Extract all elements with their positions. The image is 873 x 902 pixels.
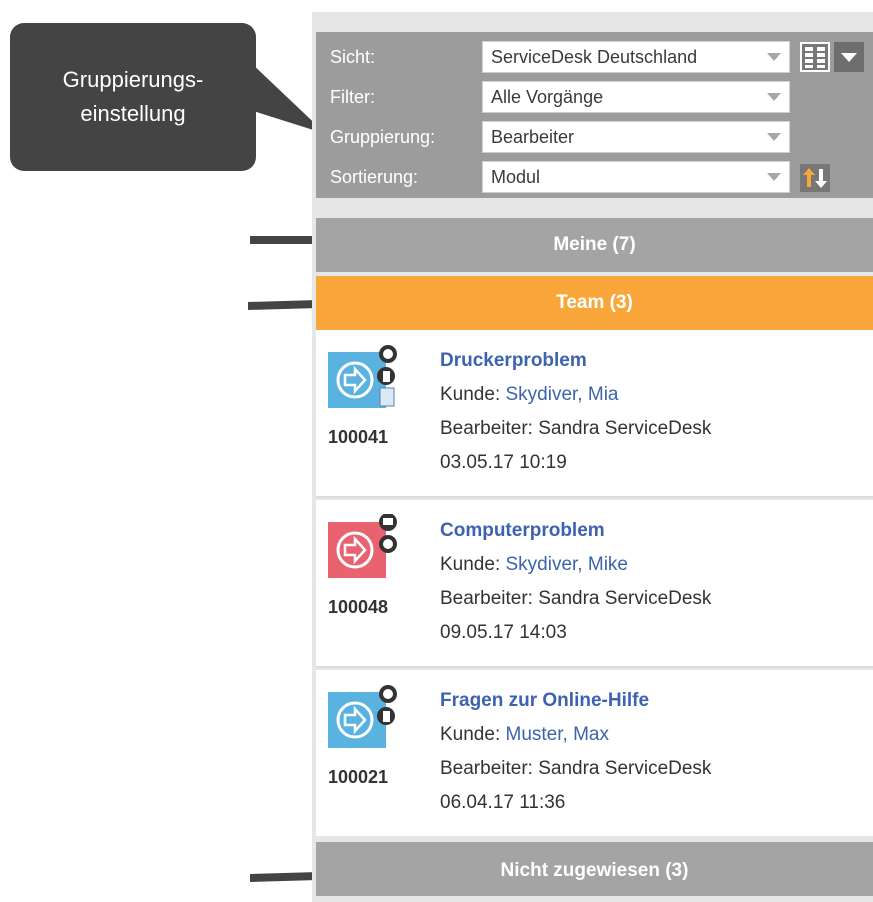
ticket-date: 03.05.17 10:19 bbox=[440, 452, 567, 473]
dropdown-triangle-icon bbox=[841, 53, 857, 62]
ticket-item[interactable]: 100048 Computerproblem Kunde: Skydiver, … bbox=[316, 500, 873, 666]
divider bbox=[316, 666, 873, 668]
ticket-number: 100041 bbox=[328, 427, 389, 447]
bearbeiter-value: Sandra ServiceDesk bbox=[538, 588, 712, 609]
gruppierung-label: Gruppierung: bbox=[330, 127, 436, 147]
ticket-date: 09.05.17 14:03 bbox=[440, 622, 567, 643]
column-layout-icon bbox=[802, 44, 828, 70]
chevron-down-icon bbox=[767, 133, 781, 141]
bearbeiter-label: Bearbeiter: bbox=[440, 758, 539, 779]
ticket-kunde: Kunde: Muster, Max bbox=[440, 718, 711, 752]
bearbeiter-label: Bearbeiter: bbox=[440, 418, 539, 439]
sortierung-label: Sortierung: bbox=[330, 167, 419, 187]
chevron-down-icon bbox=[767, 93, 781, 101]
ticket-item[interactable]: 100041 Druckerproblem Kunde: Skydiver, M… bbox=[316, 330, 873, 496]
setting-sicht: Sicht: ServiceDesk Deutschland bbox=[316, 38, 873, 76]
ticket-type-icon bbox=[328, 345, 397, 408]
kunde-label: Kunde: bbox=[440, 384, 506, 405]
divider bbox=[316, 496, 873, 498]
chevron-down-icon bbox=[767, 53, 781, 61]
ticket-number: 100048 bbox=[328, 597, 389, 617]
sort-up-down-arrows-icon bbox=[803, 168, 827, 188]
sortierung-select[interactable]: Modul bbox=[482, 161, 790, 193]
bearbeiter-value: Sandra ServiceDesk bbox=[538, 758, 712, 779]
ticket-item[interactable]: 100021 Fragen zur Online-Hilfe Kunde: Mu… bbox=[316, 670, 873, 836]
gruppierung-value: Bearbeiter bbox=[491, 127, 575, 147]
ticket-title[interactable]: Fragen zur Online-Hilfe bbox=[440, 684, 711, 718]
kunde-link[interactable]: Skydiver, Mia bbox=[506, 384, 619, 405]
kunde-label: Kunde: bbox=[440, 724, 506, 745]
filter-select[interactable]: Alle Vorgänge bbox=[482, 81, 790, 113]
ticket-details: Druckerproblem Kunde: Skydiver, Mia Bear… bbox=[440, 344, 711, 480]
ticket-bearbeiter: Bearbeiter: Sandra ServiceDesk bbox=[440, 412, 711, 446]
bearbeiter-value: Sandra ServiceDesk bbox=[538, 418, 712, 439]
group-header-meine[interactable]: Meine (7) bbox=[316, 218, 873, 272]
bearbeiter-label: Bearbeiter: bbox=[440, 588, 539, 609]
ticket-number: 100021 bbox=[328, 767, 389, 787]
ticket-bearbeiter: Bearbeiter: Sandra ServiceDesk bbox=[440, 752, 711, 786]
ticket-details: Computerproblem Kunde: Skydiver, Mike Be… bbox=[440, 514, 711, 650]
ticket-title[interactable]: Computerproblem bbox=[440, 514, 711, 548]
ticket-kunde: Kunde: Skydiver, Mike bbox=[440, 548, 711, 582]
gruppierung-select[interactable]: Bearbeiter bbox=[482, 121, 790, 153]
setting-gruppierung: Gruppierung: Bearbeiter bbox=[316, 118, 873, 156]
group-header-nicht-zugewiesen[interactable]: Nicht zugewiesen (3) bbox=[316, 842, 873, 896]
sicht-select[interactable]: ServiceDesk Deutschland bbox=[482, 41, 790, 73]
ticket-type-icon bbox=[328, 685, 397, 748]
ticket-bearbeiter: Bearbeiter: Sandra ServiceDesk bbox=[440, 582, 711, 616]
view-settings: Sicht: ServiceDesk Deutschland Filter: A… bbox=[316, 32, 873, 198]
ticket-date: 06.04.17 11:36 bbox=[440, 792, 566, 813]
kunde-label: Kunde: bbox=[440, 554, 506, 575]
ticket-title[interactable]: Druckerproblem bbox=[440, 344, 711, 378]
kunde-link[interactable]: Skydiver, Mike bbox=[506, 554, 628, 575]
ticket-details: Fragen zur Online-Hilfe Kunde: Muster, M… bbox=[440, 684, 711, 820]
sort-direction-button[interactable] bbox=[800, 164, 830, 192]
sicht-value: ServiceDesk Deutschland bbox=[491, 47, 698, 67]
ticket-kunde: Kunde: Skydiver, Mia bbox=[440, 378, 711, 412]
setting-sortierung: Sortierung: Modul bbox=[316, 158, 873, 196]
setting-filter: Filter: Alle Vorgänge bbox=[316, 78, 873, 116]
view-menu-button[interactable] bbox=[834, 42, 864, 72]
column-layout-button[interactable] bbox=[800, 42, 830, 72]
sicht-label: Sicht: bbox=[330, 47, 376, 67]
filter-label: Filter: bbox=[330, 87, 375, 107]
chevron-down-icon bbox=[767, 173, 781, 181]
group-header-team[interactable]: Team (3) bbox=[316, 276, 873, 330]
kunde-link[interactable]: Muster, Max bbox=[506, 724, 609, 745]
ticket-type-icon bbox=[328, 514, 397, 578]
filter-value: Alle Vorgänge bbox=[491, 87, 604, 107]
sortierung-value: Modul bbox=[491, 167, 541, 187]
